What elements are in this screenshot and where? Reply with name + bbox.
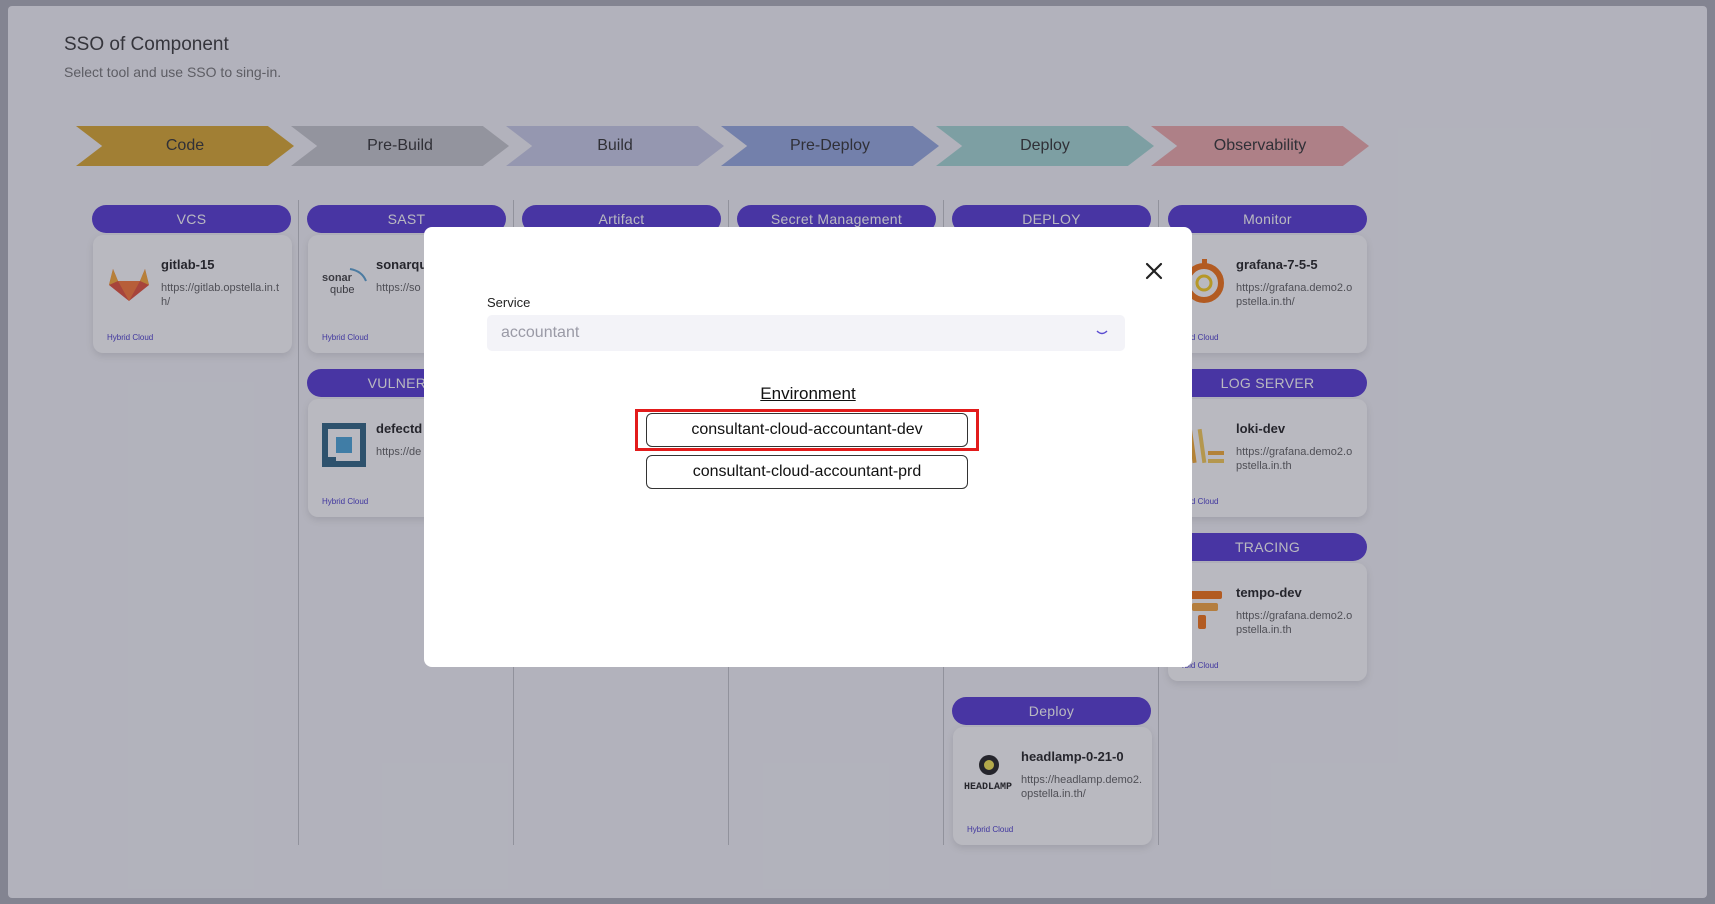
environment-label: Environment — [760, 384, 856, 403]
close-icon[interactable] — [1142, 259, 1166, 283]
environment-modal: Service accountant Environment consultan… — [424, 227, 1192, 667]
environment-option-dev[interactable]: consultant-cloud-accountant-dev — [646, 413, 968, 447]
service-label: Service — [487, 295, 531, 310]
service-select[interactable]: accountant — [487, 315, 1125, 351]
chevron-down-icon — [1096, 330, 1108, 335]
environment-option-prd[interactable]: consultant-cloud-accountant-prd — [646, 455, 968, 489]
service-select-value: accountant — [501, 324, 580, 341]
